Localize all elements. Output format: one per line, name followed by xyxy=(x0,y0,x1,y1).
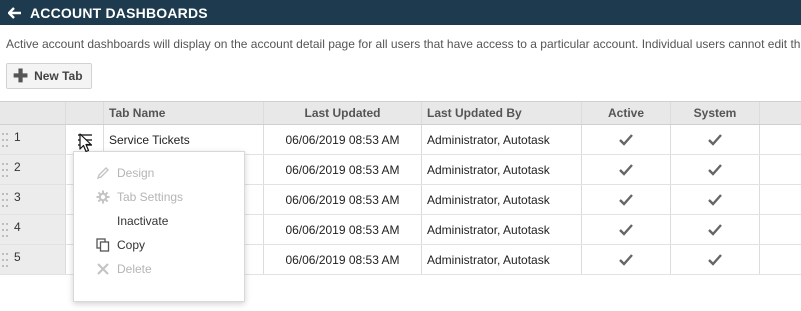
header-tab-name[interactable]: Tab Name xyxy=(104,102,264,124)
row-number-cell: 5 xyxy=(0,245,66,274)
pencil-icon xyxy=(95,165,111,181)
row-number: 3 xyxy=(14,189,21,204)
last-updated-by-cell: Administrator, Autotask xyxy=(422,215,582,244)
last-updated-by-cell: Administrator, Autotask xyxy=(422,245,582,274)
last-updated-cell: 06/06/2019 08:53 AM xyxy=(264,185,422,214)
header-system[interactable]: System xyxy=(671,102,760,124)
row-filler xyxy=(760,125,801,154)
drag-handle-icon[interactable] xyxy=(2,162,10,177)
menu-item-tab-settings[interactable]: Tab Settings xyxy=(74,186,244,208)
header-last-updated-by[interactable]: Last Updated By xyxy=(422,102,582,124)
context-menu: Design Tab Settings Inactivate Copy Dele… xyxy=(73,151,245,302)
copy-icon xyxy=(95,237,111,253)
table-header: Tab Name Last Updated Last Updated By Ac… xyxy=(0,101,801,125)
last-updated-cell: 06/06/2019 08:53 AM xyxy=(264,245,422,274)
header-last-updated[interactable]: Last Updated xyxy=(264,102,422,124)
menu-item-copy[interactable]: Copy xyxy=(74,234,244,256)
last-updated-by-cell: Administrator, Autotask xyxy=(422,155,582,184)
last-updated-cell: 06/06/2019 08:53 AM xyxy=(264,215,422,244)
back-arrow-icon[interactable] xyxy=(0,0,30,25)
row-filler xyxy=(760,245,801,274)
menu-item-inactivate[interactable]: Inactivate xyxy=(74,210,244,232)
gear-icon xyxy=(95,189,111,205)
row-number: 4 xyxy=(14,219,21,234)
new-tab-label: New Tab xyxy=(34,69,83,83)
active-check-icon xyxy=(582,215,671,244)
active-check-icon xyxy=(582,185,671,214)
menu-item-label: Copy xyxy=(117,238,146,252)
menu-item-design[interactable]: Design xyxy=(74,162,244,184)
active-check-icon xyxy=(582,125,671,154)
menu-item-label: Tab Settings xyxy=(117,190,184,204)
last-updated-by-cell: Administrator, Autotask xyxy=(422,125,582,154)
last-updated-by-cell: Administrator, Autotask xyxy=(422,185,582,214)
row-number-cell: 2 xyxy=(0,155,66,184)
row-filler xyxy=(760,215,801,244)
row-filler xyxy=(760,155,801,184)
system-check-icon xyxy=(671,215,760,244)
plus-icon: ✚ xyxy=(13,65,29,86)
drag-handle-icon[interactable] xyxy=(2,222,10,237)
row-number-cell: 4 xyxy=(0,215,66,244)
menu-item-label: Delete xyxy=(117,262,152,276)
system-check-icon xyxy=(671,155,760,184)
drag-handle-icon[interactable] xyxy=(2,132,10,147)
title-bar: ACCOUNT DASHBOARDS xyxy=(0,0,801,25)
row-number-cell: 1 xyxy=(0,125,66,154)
last-updated-cell: 06/06/2019 08:53 AM xyxy=(264,125,422,154)
drag-handle-icon[interactable] xyxy=(2,192,10,207)
system-check-icon xyxy=(671,185,760,214)
header-row-number xyxy=(0,102,66,124)
header-active[interactable]: Active xyxy=(582,102,671,124)
page-title: ACCOUNT DASHBOARDS xyxy=(30,4,208,21)
menu-item-delete[interactable]: Delete xyxy=(74,258,244,280)
header-context xyxy=(66,102,104,124)
row-number: 1 xyxy=(14,129,21,144)
active-check-icon xyxy=(582,245,671,274)
row-number-cell: 3 xyxy=(0,185,66,214)
new-tab-button[interactable]: ✚ New Tab xyxy=(6,63,92,89)
menu-item-label: Design xyxy=(117,166,155,180)
header-filler xyxy=(760,102,801,124)
row-filler xyxy=(760,185,801,214)
mouse-cursor-icon xyxy=(79,133,93,156)
drag-handle-icon[interactable] xyxy=(2,252,10,267)
tab-name-cell[interactable]: Service Tickets xyxy=(104,125,264,154)
row-number: 5 xyxy=(14,249,21,264)
page-description: Active account dashboards will display o… xyxy=(6,37,801,51)
row-number: 2 xyxy=(14,159,21,174)
system-check-icon xyxy=(671,245,760,274)
system-check-icon xyxy=(671,125,760,154)
last-updated-cell: 06/06/2019 08:53 AM xyxy=(264,155,422,184)
menu-item-label: Inactivate xyxy=(117,214,169,228)
active-check-icon xyxy=(582,155,671,184)
x-icon xyxy=(95,261,111,277)
